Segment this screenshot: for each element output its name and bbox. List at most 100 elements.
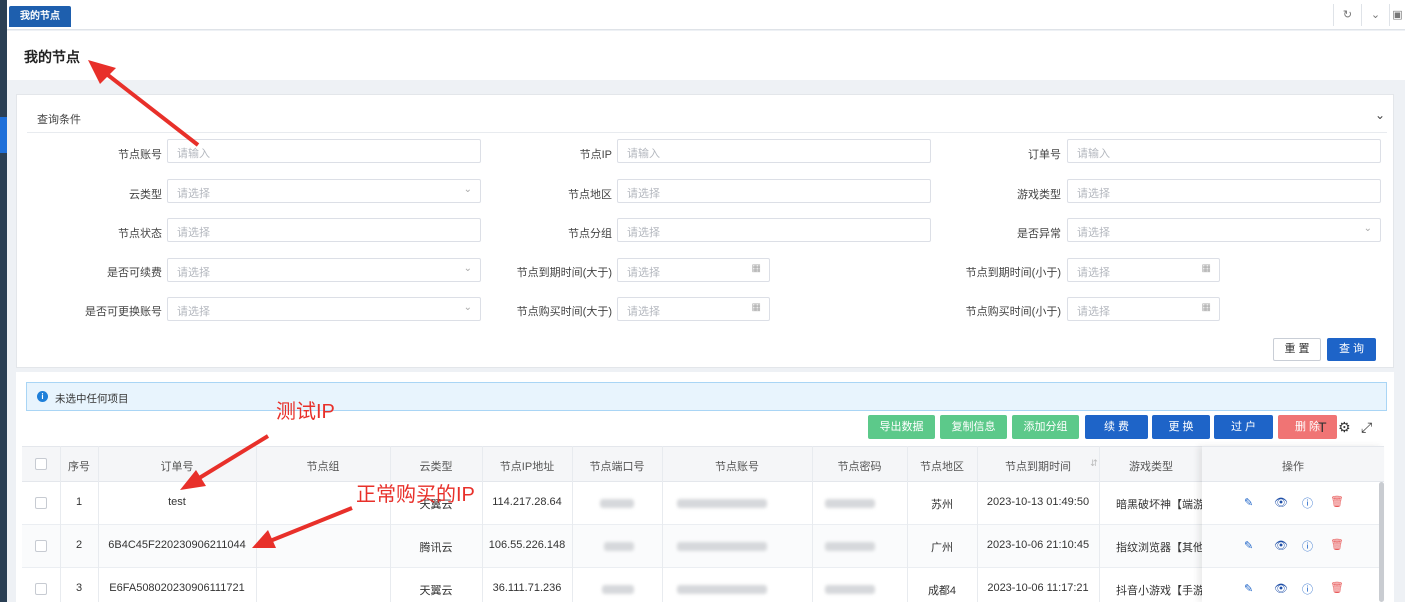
page-title: 我的节点 — [24, 49, 80, 65]
info-icon: i — [37, 391, 48, 402]
purchase-before-date[interactable]: 请选择 ▦ — [1067, 297, 1220, 321]
select-all-checkbox[interactable] — [35, 458, 47, 470]
copy-info-button[interactable]: 复制信息 — [940, 415, 1007, 439]
field-label-node-region: 节点地区 — [568, 189, 612, 201]
fullscreen-icon[interactable]: ⤢ — [1361, 419, 1372, 436]
tab-my-nodes[interactable]: 我的节点 — [9, 6, 71, 27]
trash-icon[interactable]: 🗑 — [1330, 581, 1344, 594]
gear-icon[interactable]: ⚙ — [1338, 419, 1351, 436]
collapse-chevron-icon[interactable]: ⌄ — [1375, 108, 1385, 122]
replace-button[interactable]: 更 换 — [1152, 415, 1210, 439]
field-label-renewable: 是否可续费 — [107, 267, 162, 279]
cell-expire: 2023-10-06 11:17:21 — [987, 582, 1089, 594]
field-label-cloud-type: 云类型 — [129, 189, 162, 201]
edit-icon[interactable]: ✎ — [1244, 496, 1253, 509]
game-type-select[interactable]: 请选择 — [1067, 179, 1381, 203]
cell-region: 广州 — [931, 542, 953, 554]
row-checkbox[interactable] — [35, 540, 47, 552]
actions-header: 操作 — [1202, 446, 1384, 482]
redacted-port — [602, 585, 634, 594]
cell-order: test — [168, 496, 186, 508]
redacted-password — [825, 499, 875, 508]
calendar-icon: ▦ — [751, 263, 761, 274]
expire-after-date[interactable]: 请选择 ▦ — [617, 258, 770, 282]
query-title: 查询条件 — [37, 114, 81, 126]
transfer-button[interactable]: 过 户 — [1214, 415, 1273, 439]
cell-region: 成都4 — [927, 585, 957, 597]
add-group-button[interactable]: 添加分组 — [1012, 415, 1079, 439]
node-group-select[interactable]: 请选择 — [617, 218, 931, 242]
account-changeable-select[interactable]: 请选择 ⌄ — [167, 297, 481, 321]
trash-icon[interactable]: 🗑 — [1330, 495, 1344, 508]
edit-icon[interactable]: ✎ — [1244, 539, 1253, 552]
refresh-icon[interactable]: ↻ — [1333, 4, 1361, 26]
field-label-node-account: 节点账号 — [118, 149, 162, 161]
header-account: 节点账号 — [715, 461, 759, 473]
row-actions: ✎ 👁 ⓘ 🗑 — [1202, 568, 1384, 602]
renew-button[interactable]: 续 费 — [1085, 415, 1148, 439]
table-row[interactable]: 3 E6FA508020230906111721 天翼云 36.111.71.2… — [22, 568, 1384, 602]
search-button[interactable]: 查 询 — [1327, 338, 1376, 361]
row-actions: ✎ 👁 ⓘ 🗑 — [1202, 482, 1384, 525]
col-divider — [256, 446, 257, 602]
field-label-expire-before: 节点到期时间(小于) — [965, 267, 1061, 279]
chevron-down-icon[interactable]: ⌄ — [1361, 4, 1389, 26]
is-abnormal-select[interactable]: 请选择 ⌄ — [1067, 218, 1381, 242]
edit-icon[interactable]: ✎ — [1244, 582, 1253, 595]
order-no-input[interactable]: 请输入 — [1067, 139, 1381, 163]
info-icon[interactable]: ⓘ — [1302, 495, 1313, 511]
field-label-node-group: 节点分组 — [568, 228, 612, 240]
renewable-select[interactable]: 请选择 ⌄ — [167, 258, 481, 282]
header-expire: 节点到期时间 — [1005, 461, 1071, 473]
header-actions: 操作 — [1282, 461, 1304, 473]
left-nav-edge — [0, 0, 7, 602]
chevron-down-icon: ⌄ — [463, 184, 472, 195]
field-label-is-abnormal: 是否异常 — [1017, 228, 1061, 240]
reset-button[interactable]: 重 置 — [1273, 338, 1321, 361]
node-status-select[interactable]: 请选择 — [167, 218, 481, 242]
cell-ip: 106.55.226.148 — [488, 539, 566, 551]
table-row[interactable]: 2 6B4C45F220230906211044 腾讯云 106.55.226.… — [22, 525, 1384, 568]
export-button[interactable]: 导出数据 — [868, 415, 935, 439]
chevron-down-icon: ⌄ — [1363, 223, 1372, 234]
nav-active-marker — [0, 117, 7, 153]
table-scrollbar[interactable] — [1379, 482, 1384, 602]
cell-no: 2 — [75, 539, 83, 551]
actions-column: 操作 ✎ 👁 ⓘ 🗑 ✎ 👁 ⓘ 🗑 ✎ 👁 ⓘ 🗑 — [1202, 446, 1384, 602]
query-header[interactable]: 查询条件 ⌄ — [27, 95, 1387, 133]
expire-before-date[interactable]: 请选择 ▦ — [1067, 258, 1220, 282]
eye-icon[interactable]: 👁 — [1274, 582, 1288, 595]
text-size-icon[interactable]: T — [1318, 419, 1327, 435]
node-account-input[interactable]: 请输入 — [167, 139, 481, 163]
node-region-select[interactable]: 请选择 — [617, 179, 931, 203]
page-header: 我的节点 — [7, 31, 1405, 80]
row-checkbox[interactable] — [35, 497, 47, 509]
field-label-game-type: 游戏类型 — [1017, 189, 1061, 201]
table-row[interactable]: 1 test 天翼云 114.217.28.64 苏州 2023-10-13 0… — [22, 482, 1384, 525]
purchase-after-date[interactable]: 请选择 ▦ — [617, 297, 770, 321]
header-port: 节点端口号 — [589, 461, 645, 473]
field-label-order-no: 订单号 — [1028, 149, 1061, 161]
row-checkbox[interactable] — [35, 583, 47, 595]
node-ip-input[interactable]: 请输入 — [617, 139, 931, 163]
row-actions: ✎ 👁 ⓘ 🗑 — [1202, 525, 1384, 568]
eye-icon[interactable]: 👁 — [1274, 496, 1288, 509]
selection-text: 未选中任何项目 — [55, 393, 129, 405]
info-icon[interactable]: ⓘ — [1302, 581, 1313, 597]
calendar-icon: ▦ — [751, 302, 761, 313]
cell-order: 6B4C45F220230906211044 — [108, 539, 246, 551]
field-label-purchase-after: 节点购买时间(大于) — [516, 306, 612, 318]
calendar-icon: ▦ — [1201, 302, 1211, 313]
calendar-icon: ▦ — [1201, 263, 1211, 274]
redacted-account — [677, 499, 767, 508]
eye-icon[interactable]: 👁 — [1274, 539, 1288, 552]
delete-button[interactable]: 删 除 — [1278, 415, 1337, 439]
info-icon[interactable]: ⓘ — [1302, 538, 1313, 554]
cloud-type-select[interactable]: 请选择 ⌄ — [167, 179, 481, 203]
header-cloud: 云类型 — [419, 461, 453, 473]
col-divider — [812, 446, 813, 602]
fullscreen-icon[interactable]: ▣ — [1389, 4, 1405, 26]
table-header: 序号 订单号 节点组 云类型 节点IP地址 节点端口号 节点账号 节点密码 节点… — [22, 446, 1384, 482]
trash-icon[interactable]: 🗑 — [1330, 538, 1344, 551]
cell-no: 3 — [75, 582, 83, 594]
